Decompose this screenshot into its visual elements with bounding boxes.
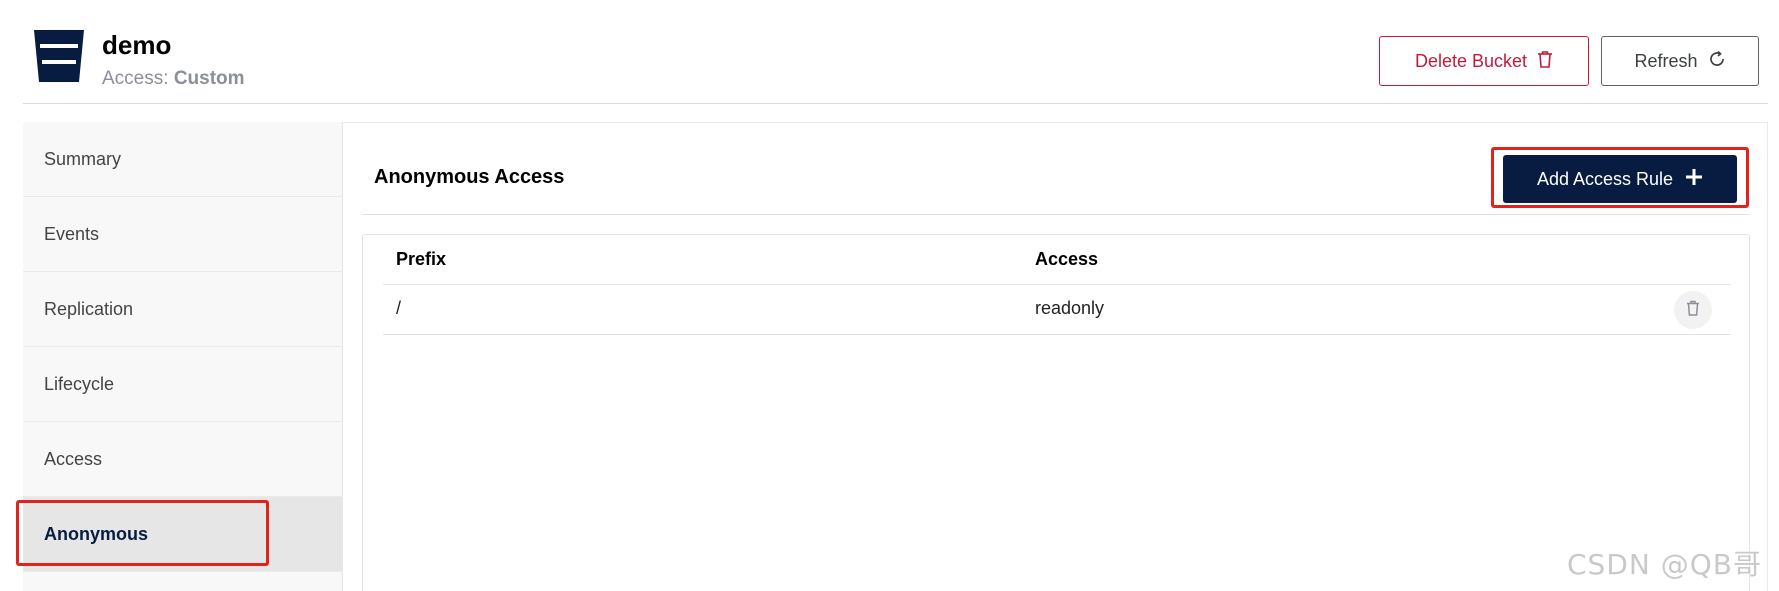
table-cell-access: readonly — [1035, 298, 1105, 318]
sidebar-item-label: Anonymous — [44, 523, 149, 544]
bucket-icon — [32, 28, 86, 84]
access-rules-table — [362, 234, 1750, 591]
delete-bucket-button[interactable]: Delete Bucket — [1379, 36, 1589, 86]
access-value: Custom — [173, 68, 245, 89]
column-header-access: Access — [1035, 249, 1099, 269]
bucket-name: demo — [102, 30, 172, 60]
trash-icon — [1686, 300, 1700, 321]
bucket-access-summary: Access: Custom — [102, 68, 245, 90]
sidebar-item-label: Replication — [44, 298, 134, 319]
refresh-button[interactable]: Refresh — [1601, 36, 1759, 86]
delete-bucket-label: Delete Bucket — [1414, 50, 1528, 71]
delete-rule-button[interactable] — [1674, 291, 1712, 329]
sidebar-item-lifecycle[interactable]: Lifecycle — [23, 347, 343, 422]
sidebar-item-label: Access — [44, 448, 103, 469]
add-access-rule-label: Add Access Rule — [1536, 168, 1674, 189]
access-label: Access: — [102, 68, 169, 89]
bucket-sidebar: Summary Events Replication Lifecycle Acc… — [23, 122, 343, 591]
refresh-icon — [1708, 50, 1726, 73]
add-access-rule-button[interactable]: Add Access Rule — [1503, 155, 1737, 203]
sidebar-item-label: Events — [44, 223, 100, 244]
sidebar-item-replication[interactable]: Replication — [23, 272, 343, 347]
section-divider — [362, 214, 1750, 215]
watermark: CSDN @QB哥 — [1567, 548, 1762, 581]
sidebar-item-summary[interactable]: Summary — [23, 122, 343, 197]
trash-icon — [1537, 50, 1553, 73]
sidebar-item-anonymous[interactable]: Anonymous — [23, 497, 343, 572]
sidebar-item-label: Summary — [44, 148, 122, 169]
sidebar-item-label: Lifecycle — [44, 373, 115, 394]
table-cell-prefix: / — [396, 298, 402, 318]
header-divider — [23, 103, 1768, 104]
sidebar-item-events[interactable]: Events — [23, 197, 343, 272]
bucket-page: demo Access: Custom Delete Bucket Refres… — [0, 0, 1779, 591]
section-title: Anonymous Access — [374, 166, 565, 188]
column-header-prefix: Prefix — [396, 249, 447, 269]
plus-icon — [1685, 168, 1703, 191]
table-row-divider — [383, 334, 1731, 335]
refresh-label: Refresh — [1634, 50, 1698, 71]
sidebar-item-access[interactable]: Access — [23, 422, 343, 497]
table-header-divider — [383, 284, 1731, 285]
